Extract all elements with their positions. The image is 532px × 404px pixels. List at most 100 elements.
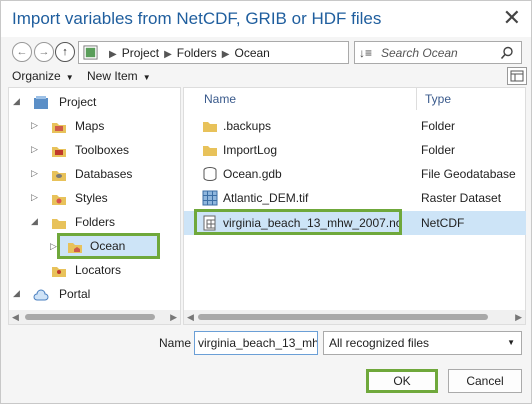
tree-item-label: Databases	[75, 167, 133, 181]
breadcrumb-folders[interactable]: Folders	[177, 46, 217, 60]
new-item-menu[interactable]: New Item ▼	[87, 69, 151, 83]
scroll-left-icon[interactable]: ◀	[12, 312, 19, 323]
up-arrow-icon: ↑	[62, 46, 68, 58]
scroll-right-icon[interactable]: ▶	[515, 312, 522, 323]
search-input[interactable]: Search Ocean	[381, 46, 458, 60]
tree-item-ocean[interactable]: ▷ Ocean	[50, 233, 160, 259]
tree-item-label: Styles	[75, 191, 108, 205]
caret-down-icon: ▼	[142, 73, 151, 82]
file-row-backups[interactable]: .backups Folder	[184, 114, 526, 138]
tree-item-label: Locators	[75, 263, 122, 277]
tree-item-folders[interactable]: ◢ Folders	[31, 212, 171, 234]
tree-item-label: Toolboxes	[75, 143, 130, 157]
column-header-type[interactable]: Type	[425, 92, 451, 106]
tree-item-locators[interactable]: Locators	[31, 260, 171, 282]
forward-arrow-icon: →	[38, 46, 50, 58]
new-item-label: New Item	[87, 69, 138, 83]
scroll-thumb[interactable]	[25, 314, 155, 320]
collapsed-arrow-icon[interactable]: ▷	[50, 241, 57, 252]
tree-item-styles[interactable]: ▷ Styles	[31, 188, 171, 210]
file-name: .backups	[223, 119, 272, 133]
tree-item-toolboxes[interactable]: ▷ Toolboxes	[31, 140, 171, 162]
location-icon	[83, 45, 98, 60]
dialog-title: Import variables from NetCDF, GRIB or HD…	[12, 9, 382, 28]
collapsed-arrow-icon[interactable]: ▷	[31, 168, 38, 179]
collapsed-arrow-icon[interactable]: ▷	[31, 144, 38, 155]
search-box[interactable]: ↓≡ Search Ocean	[354, 41, 522, 64]
caret-down-icon: ▼	[65, 73, 74, 82]
expanded-arrow-icon[interactable]: ◢	[13, 288, 20, 299]
organize-menu[interactable]: Organize ▼	[12, 69, 74, 83]
file-type: NetCDF	[421, 216, 465, 230]
selection-highlight-box	[194, 209, 402, 235]
tree-item-label: Folders	[75, 215, 116, 229]
path-bar[interactable]: ▶Project▶Folders▶Ocean ▼ ↻	[78, 41, 418, 64]
tree-horizontal-scrollbar[interactable]: ◀ ▶	[9, 310, 180, 324]
name-label: Name	[159, 336, 192, 350]
file-row-importlog[interactable]: ImportLog Folder	[184, 138, 526, 162]
tree-item-label: Ocean	[90, 239, 126, 253]
import-dialog: Import variables from NetCDF, GRIB or HD…	[0, 0, 532, 404]
column-header-name[interactable]: Name	[204, 92, 236, 106]
search-icon[interactable]	[500, 46, 514, 60]
expanded-arrow-icon[interactable]: ◢	[13, 96, 20, 107]
collapsed-arrow-icon[interactable]: ▷	[31, 192, 38, 203]
cloud-icon	[33, 289, 49, 301]
geodatabase-icon	[203, 167, 217, 182]
up-folder-button[interactable]: ↑	[55, 42, 75, 62]
file-type-filter-value: All recognized files	[329, 336, 430, 350]
tree-item-label: Project	[59, 95, 97, 109]
tree-item-project[interactable]: ◢ Project	[13, 92, 173, 114]
back-arrow-icon: ←	[16, 46, 28, 58]
chevron-right-icon: ▶	[164, 49, 172, 60]
back-button[interactable]: ←	[12, 42, 32, 62]
title-bar: Import variables from NetCDF, GRIB or HD…	[1, 1, 531, 37]
tree-item-label: Portal	[59, 287, 91, 301]
file-type: Raster Dataset	[421, 191, 502, 205]
toolbox-icon	[52, 147, 66, 157]
collapsed-arrow-icon[interactable]: ▷	[31, 120, 38, 131]
file-name: ImportLog	[223, 143, 278, 157]
folder-icon	[52, 123, 66, 133]
navigation-row: ← → ↑ ▶Project▶Folders▶Ocean ▼ ↻ ↓≡ Sear…	[1, 39, 531, 67]
breadcrumb: ▶ Project ▶ Folders ▶ Ocean	[104, 46, 270, 60]
file-list[interactable]: Name Type .backups Folder ImportLog Fold…	[183, 87, 526, 325]
scroll-thumb[interactable]	[198, 314, 488, 320]
breadcrumb-ocean[interactable]: Ocean	[234, 46, 269, 60]
expanded-arrow-icon[interactable]: ◢	[31, 216, 38, 227]
scroll-right-icon[interactable]: ▶	[170, 312, 177, 323]
details-view-icon	[510, 70, 524, 82]
column-divider[interactable]	[416, 88, 417, 110]
tree-item-label: Maps	[75, 119, 105, 133]
sort-icon[interactable]: ↓≡	[359, 46, 372, 60]
ok-button[interactable]: OK	[366, 369, 438, 393]
organize-label: Organize	[12, 69, 61, 83]
cancel-button[interactable]: Cancel	[448, 369, 522, 393]
file-type: File Geodatabase	[421, 167, 516, 181]
file-type-filter[interactable]: All recognized files ▼	[323, 331, 522, 355]
locator-icon	[52, 267, 66, 277]
folder-icon	[203, 146, 217, 156]
navigation-tree[interactable]: ◢ Project ▷ Maps ▷ Toolboxes ▷ Databases…	[8, 87, 181, 325]
close-icon[interactable]: ✕	[503, 7, 521, 29]
name-field[interactable]: virginia_beach_13_mhw_2007.nc	[194, 331, 318, 355]
tree-item-maps[interactable]: ▷ Maps	[31, 116, 171, 138]
raster-icon	[202, 190, 218, 206]
file-name: Atlantic_DEM.tif	[223, 191, 309, 205]
styles-icon	[52, 195, 66, 205]
tree-item-portal[interactable]: ◢ Portal	[13, 284, 173, 306]
scroll-left-icon[interactable]: ◀	[187, 312, 194, 323]
file-row-atlantic-dem[interactable]: Atlantic_DEM.tif Raster Dataset	[184, 186, 526, 210]
forward-button[interactable]: →	[34, 42, 54, 62]
view-options-button[interactable]	[507, 67, 527, 85]
chevron-right-icon: ▶	[221, 49, 230, 60]
tree-item-databases[interactable]: ▷ Databases	[31, 164, 171, 186]
files-horizontal-scrollbar[interactable]: ◀ ▶	[184, 310, 525, 324]
file-type: Folder	[421, 143, 456, 157]
breadcrumb-project[interactable]: Project	[122, 46, 159, 60]
toolbar: Organize ▼ New Item ▼	[1, 67, 531, 87]
file-row-ocean-gdb[interactable]: Ocean.gdb File Geodatabase	[184, 162, 526, 186]
chevron-right-icon: ▶	[109, 49, 117, 60]
home-folder-icon	[68, 243, 82, 253]
folder-icon	[203, 122, 217, 132]
